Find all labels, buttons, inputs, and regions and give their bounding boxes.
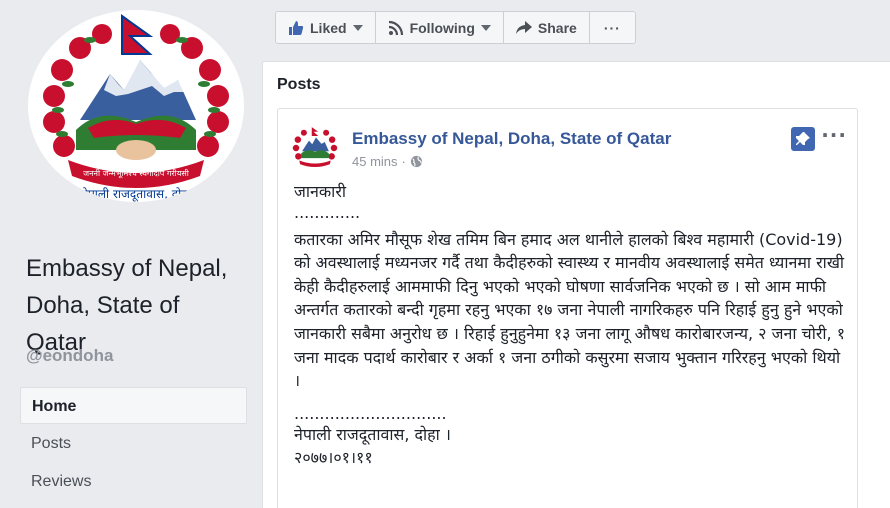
post-body-date: २०७७।०१।११ bbox=[294, 448, 373, 468]
pin-button[interactable] bbox=[791, 127, 815, 151]
post-options-button[interactable]: ··· bbox=[821, 123, 847, 147]
posts-header: Posts bbox=[277, 76, 321, 93]
more-label: ··· bbox=[603, 19, 621, 36]
post-timestamp[interactable]: 45 mins bbox=[352, 154, 398, 169]
page-name[interactable]: Embassy of Nepal, Doha, State of Qatar bbox=[26, 250, 246, 361]
left-column: जननी जन्मभूमिश्च स्वर्गादपि गरीयसी नेपाल… bbox=[0, 0, 262, 508]
separator-dot: · bbox=[401, 154, 406, 169]
following-button[interactable]: Following bbox=[376, 12, 504, 43]
chevron-down-icon bbox=[352, 24, 363, 31]
post-avatar[interactable] bbox=[290, 125, 340, 171]
globe-icon[interactable] bbox=[410, 155, 423, 168]
more-options-button[interactable]: ··· bbox=[590, 12, 635, 43]
share-label: Share bbox=[537, 19, 577, 36]
post-body-separator: .............................. bbox=[294, 403, 447, 423]
post-body-heading: जानकारी bbox=[294, 182, 347, 201]
liked-label: Liked bbox=[310, 19, 347, 36]
nepal-emblem-logo: जननी जन्मभूमिश्च स्वर्गादपि गरीयसी नेपाल… bbox=[40, 10, 232, 202]
chevron-down-icon bbox=[480, 24, 491, 31]
nav-item-posts[interactable]: Posts bbox=[20, 425, 247, 462]
nav-item-home[interactable]: Home bbox=[20, 387, 247, 424]
share-button[interactable]: Share bbox=[504, 12, 590, 43]
rss-icon bbox=[388, 20, 403, 35]
share-arrow-icon bbox=[515, 20, 532, 34]
post-body-paragraph: कतारका अमिर मौसूफ शेख तमिम बिन हमाद अल थ… bbox=[294, 229, 851, 391]
post-body-signature: नेपाली राजदूतावास, दोहा । bbox=[294, 424, 451, 444]
page-action-bar: Liked Following Share ··· bbox=[275, 11, 636, 44]
side-nav: Home Posts Reviews bbox=[20, 387, 247, 501]
nav-item-reviews[interactable]: Reviews bbox=[20, 463, 247, 500]
thumbs-up-icon bbox=[289, 20, 304, 35]
posts-section: Posts Embassy of Nepal, Doha, State of Q… bbox=[262, 61, 890, 508]
emblem-motto: जननी जन्मभूमिश्च स्वर्गादपि गरीयसी bbox=[83, 168, 190, 179]
profile-picture[interactable]: जननी जन्मभूमिश्च स्वर्गादपि गरीयसी नेपाल… bbox=[28, 10, 244, 202]
post-body-dots: ............. bbox=[294, 202, 361, 222]
nepal-emblem-icon bbox=[292, 125, 338, 171]
liked-button[interactable]: Liked bbox=[276, 12, 376, 43]
page-handle[interactable]: @eondoha bbox=[26, 346, 113, 366]
post-body: जानकारी ............. कतारका अमिर मौसूफ … bbox=[294, 180, 849, 470]
post-author-link[interactable]: Embassy of Nepal, Doha, State of Qatar bbox=[352, 129, 671, 149]
emblem-caption: नेपाली राजदूतावास, दोहा bbox=[81, 187, 191, 202]
pin-icon bbox=[796, 132, 810, 145]
post-card: Embassy of Nepal, Doha, State of Qatar 4… bbox=[277, 108, 858, 508]
following-label: Following bbox=[409, 19, 475, 36]
post-meta: 45 mins · bbox=[352, 154, 423, 169]
